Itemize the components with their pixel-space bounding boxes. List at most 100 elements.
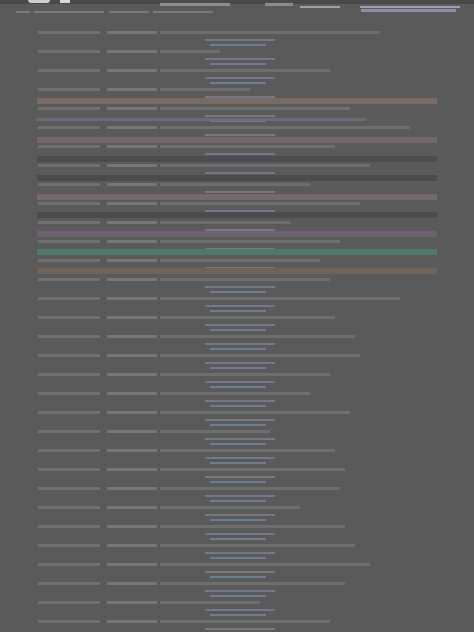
entry-link[interactable] [210,614,266,616]
list-item[interactable] [0,106,474,124]
entry-date [38,449,100,452]
entry-title[interactable] [160,278,330,281]
list-item[interactable] [0,505,474,523]
entry-id [107,88,157,91]
entry-title[interactable] [160,69,330,72]
entry-meta [205,381,275,383]
entry-link[interactable] [210,329,266,331]
list-item[interactable] [0,562,474,580]
entry-title[interactable] [160,544,355,547]
entry-title[interactable] [160,468,345,471]
entry-id [107,563,157,566]
entry-title[interactable] [160,259,320,262]
entry-link[interactable] [210,63,266,65]
logo-icon[interactable] [28,0,50,3]
list-item[interactable] [0,30,474,48]
entry-link[interactable] [210,405,266,407]
entry-id [107,164,157,167]
entry-title[interactable] [160,88,250,91]
list-item[interactable] [0,543,474,561]
entry-link[interactable] [210,443,266,445]
entry-title[interactable] [160,297,400,300]
entry-title[interactable] [160,164,370,167]
entry-title[interactable] [160,525,345,528]
list-item[interactable] [0,353,474,371]
entry-link[interactable] [210,557,266,559]
entry-title[interactable] [160,316,335,319]
entry-title[interactable] [160,50,220,53]
entry-link[interactable] [210,519,266,521]
entry-title[interactable] [160,354,360,357]
list-item[interactable] [0,49,474,67]
entry-title[interactable] [160,392,310,395]
menu-icon[interactable] [60,0,70,3]
entry-link[interactable] [210,462,266,464]
list-item[interactable] [0,391,474,409]
entry-link[interactable] [210,44,266,46]
entry-title[interactable] [160,563,370,566]
top-nav-link[interactable] [360,6,460,8]
entry-title[interactable] [160,373,330,376]
entry-date [38,601,100,604]
list-item[interactable] [0,467,474,485]
entry-title[interactable] [160,620,330,623]
header-link[interactable] [361,9,456,12]
entry-meta [205,153,275,155]
entry-link[interactable] [210,310,266,312]
entry-title[interactable] [160,126,410,129]
list-item[interactable] [0,68,474,86]
entry-title[interactable] [160,240,340,243]
entry-id [107,487,157,490]
entry-title[interactable] [160,487,340,490]
entry-date [38,506,100,509]
entry-link[interactable] [210,424,266,426]
list-item[interactable] [0,600,474,618]
list-item[interactable] [0,429,474,447]
list-item[interactable] [0,486,474,504]
list-item[interactable] [0,619,474,632]
list-item[interactable] [0,524,474,542]
entry-title[interactable] [160,582,345,585]
list-item[interactable] [0,277,474,295]
entry-title[interactable] [160,449,335,452]
list-item[interactable] [0,410,474,428]
highlight-stripe-green [37,249,437,255]
highlight-stripe [37,194,437,200]
entry-link[interactable] [210,481,266,483]
entry-title[interactable] [160,202,360,205]
entry-link[interactable] [210,500,266,502]
list-item[interactable] [0,315,474,333]
entry-title[interactable] [160,221,290,224]
entry-link[interactable] [210,291,266,293]
entry-title[interactable] [160,411,350,414]
entry-link[interactable] [210,386,266,388]
list-item[interactable] [0,448,474,466]
entry-meta [205,77,275,79]
list-item[interactable] [0,296,474,314]
entry-meta [205,343,275,345]
entry-link[interactable] [210,348,266,350]
entry-link[interactable] [210,367,266,369]
list-item[interactable] [0,372,474,390]
list-item[interactable] [0,581,474,599]
entry-title[interactable] [160,335,355,338]
list-item[interactable] [0,334,474,352]
top-nav-link[interactable] [300,6,340,8]
entry-id [107,411,157,414]
entry-title[interactable] [160,145,335,148]
entry-link[interactable] [210,538,266,540]
entry-date [38,164,100,167]
entry-id [107,259,157,262]
entry-meta [205,362,275,364]
entry-date [38,582,100,585]
entry-title[interactable] [160,601,260,604]
entry-link[interactable] [210,82,266,84]
entry-link[interactable] [210,595,266,597]
entry-title[interactable] [160,430,270,433]
entry-title[interactable] [160,107,350,110]
entry-title[interactable] [160,506,300,509]
entry-link[interactable] [210,576,266,578]
entry-title[interactable] [160,183,310,186]
entry-title[interactable] [160,31,380,34]
entry-date [38,468,100,471]
